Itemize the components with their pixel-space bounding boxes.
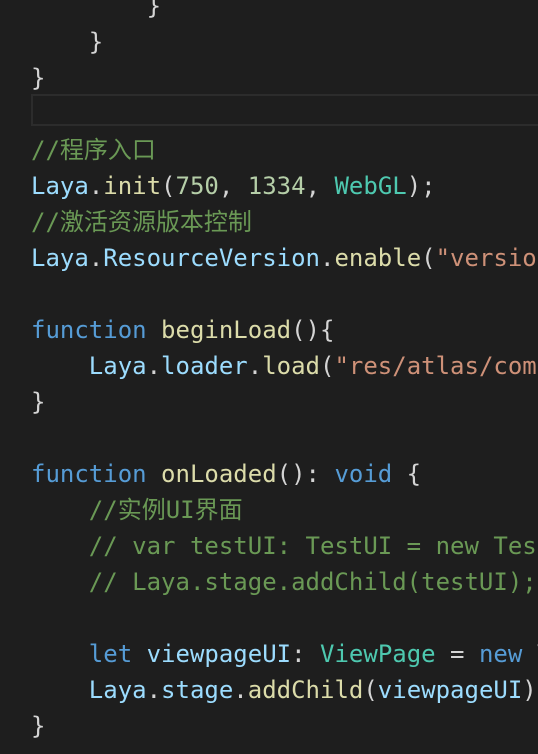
code-token: (){ [291,316,335,344]
code-token: loader [161,352,248,380]
code-token: addChild [247,676,364,704]
code-token: V [522,640,538,668]
code-line[interactable]: } [31,384,45,420]
code-token: Laya [31,244,89,272]
code-token: . [247,352,263,380]
code-token: 750 [175,172,219,200]
code-line[interactable]: } [31,708,45,744]
code-line[interactable]: Laya.ResourceVersion.enable("version [31,240,538,276]
code-token: ); [406,172,436,200]
code-token: ( [161,172,176,200]
current-line-highlight [31,94,538,126]
code-token: Laya [88,352,147,380]
code-token: viewpageUI [146,640,292,668]
code-line[interactable]: Laya.init(750, 1334, WebGL); [31,168,436,204]
code-token: ( [363,676,378,704]
code-token: onLoaded [161,460,277,488]
code-token: { [392,460,422,488]
code-token: ( [320,352,335,380]
code-token: WebGL [334,172,407,200]
code-token: } [31,0,162,20]
code-token: . [146,676,162,704]
code-token: . [88,172,104,200]
code-token: 1334 [247,172,306,200]
code-token: let [88,640,133,668]
code-token: //激活资源版本控制 [31,208,252,236]
code-token: stage [161,676,234,704]
code-token: } [31,712,46,740]
code-token: . [320,244,335,272]
code-line[interactable]: function onLoaded(): void { [31,456,421,492]
code-token: load [262,352,320,380]
code-token: beginLoad [161,316,292,344]
code-line[interactable]: //实例UI界面 [31,492,243,528]
code-line[interactable]: } [31,0,161,24]
code-line[interactable]: //程序入口 [31,132,156,168]
code-token: , [305,172,335,200]
code-line[interactable]: } [31,24,103,60]
code-token: ResourceVersion [103,244,320,272]
code-token: "res/atlas/comp [334,352,538,380]
code-token: //程序入口 [31,136,156,164]
code-token: (): [276,460,335,488]
code-token: function [31,460,147,488]
code-token: viewpageUI [377,676,523,704]
code-token: // Laya.stage.addChild(testUI); [88,568,537,596]
code-token: Laya [88,676,147,704]
code-token: = [435,640,479,668]
code-token: enable [334,244,422,272]
code-token: // var testUI: TestUI = new Test [88,532,538,560]
code-token: } [31,28,104,56]
code-token: } [31,388,46,416]
code-token: "version [435,244,538,272]
code-line[interactable]: function beginLoad(){ [31,312,334,348]
code-line[interactable]: // var testUI: TestUI = new Test [31,528,538,564]
code-line[interactable]: let viewpageUI: ViewPage = new V [31,636,538,672]
code-editor[interactable]: } }}//程序入口 Laya.init(750, 1334, WebGL);//… [0,0,538,754]
code-line[interactable]: Laya.loader.load("res/atlas/comp [31,348,538,384]
code-token: . [146,352,162,380]
code-token: . [88,244,104,272]
code-token: ViewPage [320,640,436,668]
code-line[interactable]: //激活资源版本控制 [31,204,252,240]
code-token: : [291,640,321,668]
code-line[interactable]: } [31,60,45,96]
code-token: . [233,676,248,704]
code-token: ( [421,244,436,272]
code-token: , [218,172,248,200]
code-token: //实例UI界面 [88,496,243,524]
code-token: function [31,316,147,344]
code-token: Laya [31,172,89,200]
code-line[interactable]: // Laya.stage.addChild(testUI); [31,564,537,600]
code-token: new [478,640,523,668]
code-token: init [103,172,162,200]
code-token: } [31,64,46,92]
code-line[interactable]: Laya.stage.addChild(viewpageUI) [31,672,537,708]
code-token: ) [522,676,537,704]
code-token: void [334,460,393,488]
